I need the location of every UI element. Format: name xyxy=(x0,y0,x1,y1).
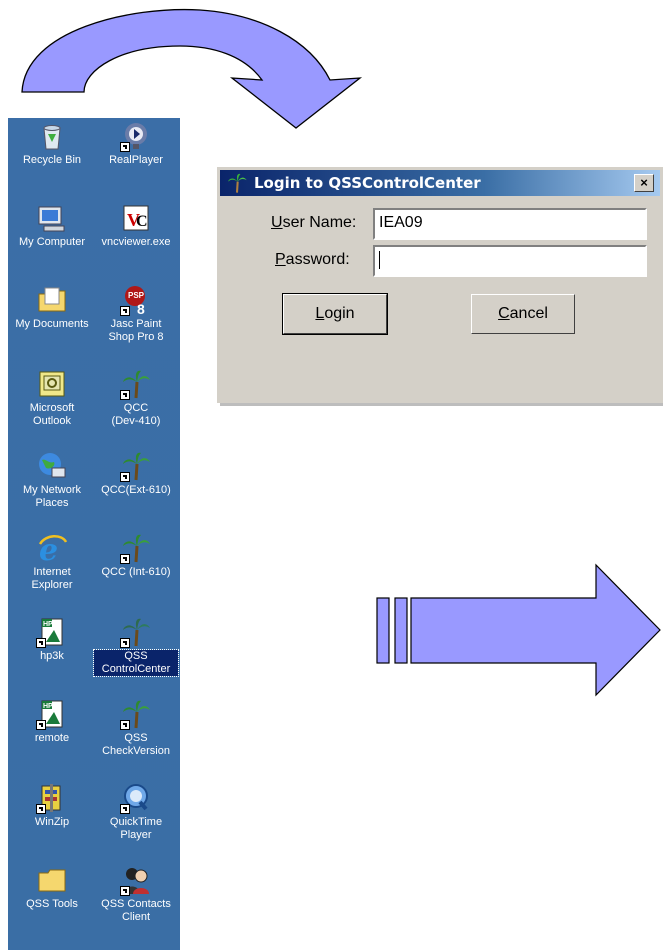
vncviewer-icon: VC xyxy=(120,202,152,234)
paint-shop-pro-icon: PSP 8 xyxy=(120,284,152,316)
contacts-icon xyxy=(120,864,152,896)
winzip-icon xyxy=(36,782,68,814)
desktop-icon-microsoft-outlook[interactable]: Microsoft Outlook xyxy=(10,368,94,428)
username-field[interactable]: IEA09 xyxy=(373,208,647,240)
password-field[interactable] xyxy=(373,245,647,277)
dialog-title-bar: Login to QSSControlCenter × xyxy=(220,170,660,196)
shortcut-arrow-icon xyxy=(36,720,46,730)
palm-tree-icon xyxy=(120,532,152,564)
login-dialog: Login to QSSControlCenter × User Name: I… xyxy=(217,167,663,403)
svg-text:C: C xyxy=(136,213,148,230)
desktop-icon-vncviewer[interactable]: VC vncviewer.exe xyxy=(94,202,178,249)
shortcut-arrow-icon xyxy=(120,306,130,316)
recycle-bin-icon xyxy=(36,120,68,152)
shortcut-arrow-icon xyxy=(120,886,130,896)
svg-text:PSP: PSP xyxy=(128,291,145,300)
palm-tree-icon xyxy=(120,698,152,730)
palm-tree-icon xyxy=(226,172,248,194)
cancel-button[interactable]: Cancel xyxy=(471,294,575,334)
desktop-icon-qss-checkversion[interactable]: QSS CheckVersion xyxy=(94,698,178,758)
my-computer-icon xyxy=(36,202,68,234)
internet-explorer-icon: e xyxy=(36,532,68,564)
desktop-icon-my-network-places[interactable]: My Network Places xyxy=(10,450,94,510)
svg-text:8: 8 xyxy=(137,301,145,316)
desktop-icon-qss-contacts-client[interactable]: QSS Contacts Client xyxy=(94,864,178,924)
login-button[interactable]: Login xyxy=(282,293,388,335)
shortcut-arrow-icon xyxy=(120,390,130,400)
shortcut-arrow-icon xyxy=(120,638,130,648)
my-documents-icon xyxy=(36,284,68,316)
desktop-icon-qss-controlcenter[interactable]: QSS ControlCenter xyxy=(93,616,179,677)
desktop-icon-hp3k[interactable]: HP hp3k xyxy=(10,616,94,663)
folder-icon xyxy=(36,864,68,896)
desktop-icon-realplayer[interactable]: RealPlayer xyxy=(94,120,178,167)
hp-terminal-icon: HP xyxy=(36,616,68,648)
network-places-icon xyxy=(36,450,68,482)
quicktime-icon xyxy=(120,782,152,814)
desktop-panel: Recycle Bin RealPlayer My Computer VC vn… xyxy=(8,118,180,950)
shortcut-arrow-icon xyxy=(36,638,46,648)
close-button[interactable]: × xyxy=(634,174,654,192)
username-label: User Name: xyxy=(271,214,357,231)
desktop-icon-qcc-int-610[interactable]: QCC (Int-610) xyxy=(94,532,178,579)
shortcut-arrow-icon xyxy=(36,804,46,814)
desktop-icon-my-computer[interactable]: My Computer xyxy=(10,202,94,249)
desktop-icon-remote[interactable]: HP remote xyxy=(10,698,94,745)
palm-tree-icon xyxy=(120,368,152,400)
desktop-icon-qss-tools[interactable]: QSS Tools xyxy=(10,864,94,911)
shortcut-arrow-icon xyxy=(120,720,130,730)
desktop-icon-internet-explorer[interactable]: e Internet Explorer xyxy=(10,532,94,592)
hp-terminal-icon: HP xyxy=(36,698,68,730)
realplayer-icon xyxy=(120,120,152,152)
palm-tree-icon xyxy=(120,450,152,482)
desktop-icon-qcc-ext-610[interactable]: QCC(Ext-610) xyxy=(94,450,178,497)
shortcut-arrow-icon xyxy=(120,472,130,482)
outlook-icon xyxy=(36,368,68,400)
dialog-title: Login to QSSControlCenter xyxy=(254,174,481,192)
shortcut-arrow-icon xyxy=(120,554,130,564)
palm-tree-icon xyxy=(120,616,152,648)
desktop-icon-recycle-bin[interactable]: Recycle Bin xyxy=(10,120,94,167)
password-label: Password: xyxy=(275,251,350,268)
desktop-icon-jasc-paint-shop-pro[interactable]: PSP 8 Jasc Paint Shop Pro 8 xyxy=(94,284,178,344)
desktop-icon-qcc-dev-410[interactable]: QCC (Dev-410) xyxy=(94,368,178,428)
shortcut-arrow-icon xyxy=(120,804,130,814)
svg-text:HP: HP xyxy=(43,703,53,710)
desktop-icon-my-documents[interactable]: My Documents xyxy=(10,284,94,331)
desktop-icon-winzip[interactable]: WinZip xyxy=(10,782,94,829)
shortcut-arrow-icon xyxy=(120,142,130,152)
text-caret xyxy=(379,251,380,269)
svg-text:HP: HP xyxy=(43,621,53,628)
desktop-icon-quicktime-player[interactable]: QuickTime Player xyxy=(94,782,178,842)
